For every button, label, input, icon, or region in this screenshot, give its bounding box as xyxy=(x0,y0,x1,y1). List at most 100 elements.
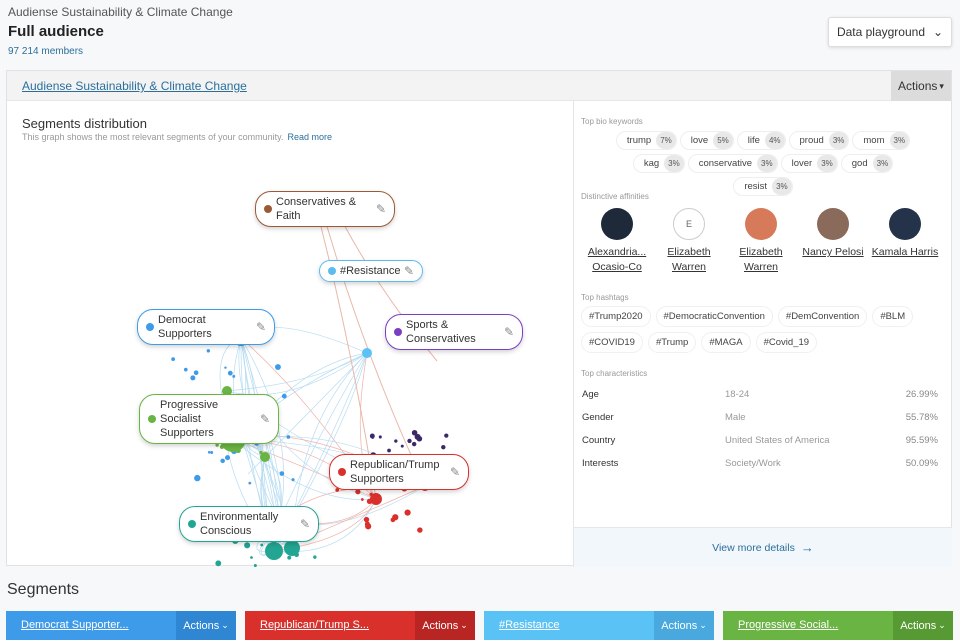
keyword-chip[interactable]: god 3% xyxy=(840,154,894,173)
segment-color-dot xyxy=(338,468,346,476)
affinity-item[interactable]: E Elizabeth Warren xyxy=(654,208,724,275)
segment-color-dot xyxy=(264,205,272,213)
keyword-chip[interactable]: kag 3% xyxy=(632,154,685,173)
affinity-name[interactable]: Elizabeth Warren xyxy=(654,245,724,275)
card-actions-button[interactable]: Actions ▾ xyxy=(891,71,951,101)
affinity-item[interactable]: Elizabeth Warren xyxy=(726,208,796,275)
card-title-link[interactable]: Audiense Sustainability & Climate Change xyxy=(22,79,247,93)
pencil-icon[interactable]: ✎ xyxy=(300,517,310,531)
view-more-details-button[interactable]: View more details → xyxy=(574,527,952,567)
hashtag-chip[interactable]: #DemocraticConvention xyxy=(655,306,773,327)
graph-node xyxy=(444,433,449,438)
affinity-item[interactable]: Kamala Harris xyxy=(870,208,940,260)
arrow-right-icon: → xyxy=(800,540,814,555)
graph-node xyxy=(411,441,417,447)
graph-node xyxy=(407,438,412,444)
hashtag-chip[interactable]: #Trump xyxy=(647,332,697,353)
pencil-icon[interactable]: ✎ xyxy=(376,202,386,216)
keyword-chip[interactable]: trump 7% xyxy=(615,131,677,150)
affinity-name[interactable]: Kamala Harris xyxy=(870,245,940,260)
graph-node xyxy=(362,348,372,358)
avatar xyxy=(817,208,849,240)
graph-node xyxy=(265,542,283,560)
hashtag-chip[interactable]: #BLM xyxy=(872,306,914,327)
segment-color-dot xyxy=(188,520,196,528)
hashtag-chip[interactable]: #Covid_19 xyxy=(755,332,818,353)
segment-actions-button[interactable]: Actions ⌄ xyxy=(415,611,475,640)
graph-node xyxy=(193,370,199,376)
avatar-initial: E xyxy=(685,219,692,229)
affinity-name[interactable]: Alexandria... Ocasio-Co xyxy=(582,245,652,275)
graph-node xyxy=(284,540,300,556)
chevron-down-icon: ⌄ xyxy=(699,620,707,630)
segment-name-link[interactable]: #Resistance xyxy=(484,611,654,640)
segment-label[interactable]: Democrat Supporters ✎ xyxy=(137,309,275,345)
segment-label[interactable]: Conservatives & Faith ✎ xyxy=(255,191,395,227)
keyword-chip[interactable]: resist 3% xyxy=(733,177,793,196)
affinity-name[interactable]: Elizabeth Warren xyxy=(726,245,796,275)
keyword-chip[interactable]: lover 3% xyxy=(780,154,838,173)
segment-actions-button[interactable]: Actions ⌄ xyxy=(893,611,953,640)
actions-label: Actions xyxy=(422,619,459,632)
graph-node xyxy=(183,367,188,372)
segment-label[interactable]: Progressive Socialist Supporters ✎ xyxy=(139,394,279,444)
keyword-text: mom xyxy=(863,135,885,146)
keyword-chip[interactable]: proud 3% xyxy=(788,131,850,150)
pencil-icon[interactable]: ✎ xyxy=(504,325,514,339)
actions-label: Actions xyxy=(898,79,938,93)
segment-details-panel: Top bio keywords trump 7% love 5% life 4% prou… xyxy=(573,101,952,567)
segment-name-link[interactable]: Democrat Supporter... xyxy=(6,611,176,640)
subtitle-text: This graph shows the most relevant segme… xyxy=(22,132,284,142)
keyword-text: conservative xyxy=(698,158,753,169)
keyword-chip[interactable]: conservative 3% xyxy=(687,154,778,173)
chevron-down-icon: ▾ xyxy=(939,80,944,91)
hashtag-chip[interactable]: #COVID19 xyxy=(581,332,643,353)
graph-node xyxy=(253,563,257,567)
graph-node xyxy=(227,370,233,376)
hashtag-chip[interactable]: #Trump2020 xyxy=(581,306,651,327)
keyword-percent: 3% xyxy=(828,132,849,149)
hashtag-chip[interactable]: #MAGA xyxy=(701,332,751,353)
keyword-chip[interactable]: life 4% xyxy=(736,131,786,150)
segment-label[interactable]: Republican/Trump Supporters ✎ xyxy=(329,454,469,490)
avatar: E xyxy=(673,208,705,240)
segment-label-text: #Resistance xyxy=(340,265,401,277)
graph-node xyxy=(281,393,287,399)
characteristic-percent: 95.59% xyxy=(905,435,938,446)
graph-node xyxy=(210,451,214,454)
graph-node xyxy=(404,509,411,516)
affinity-item[interactable]: Alexandria... Ocasio-Co xyxy=(582,208,652,275)
segment-name-link[interactable]: Republican/Trump S... xyxy=(245,611,415,640)
characteristic-percent: 50.09% xyxy=(905,458,938,469)
data-playground-dropdown[interactable]: Data playground ⌄ xyxy=(828,17,952,47)
segment-label[interactable]: #Resistance ✎ xyxy=(319,260,423,282)
segment-name-link[interactable]: Progressive Social... xyxy=(723,611,893,640)
affinity-item[interactable]: Nancy Pelosi xyxy=(798,208,868,260)
hashtags-title: Top hashtags xyxy=(581,293,629,302)
hashtags-list: #Trump2020 #DemocraticConvention #DemConve… xyxy=(581,306,941,353)
keyword-chip[interactable]: mom 3% xyxy=(852,131,911,150)
view-more-label: View more details xyxy=(712,541,795,554)
characteristic-key: Age xyxy=(582,389,599,400)
segment-label[interactable]: Environmentally Conscious ✎ xyxy=(179,506,319,542)
pencil-icon[interactable]: ✎ xyxy=(260,412,270,426)
segment-actions-button[interactable]: Actions ⌄ xyxy=(176,611,236,640)
characteristic-percent: 26.99% xyxy=(905,389,938,400)
page-title: Full audience xyxy=(8,23,104,40)
keyword-percent: 3% xyxy=(817,155,837,172)
segment-label-text: Conservatives & Faith xyxy=(276,196,357,222)
pencil-icon[interactable]: ✎ xyxy=(256,320,266,334)
keyword-chip[interactable]: love 5% xyxy=(679,131,734,150)
hashtag-chip[interactable]: #DemConvention xyxy=(777,306,868,327)
segment-actions-button[interactable]: Actions ⌄ xyxy=(654,611,714,640)
read-more-link[interactable]: Read more xyxy=(287,132,332,142)
affinity-name[interactable]: Nancy Pelosi xyxy=(798,245,868,260)
graph-node xyxy=(275,364,281,370)
graph-node xyxy=(400,444,404,448)
segment-label[interactable]: Sports & Conservatives ✎ xyxy=(385,314,523,350)
pencil-icon[interactable]: ✎ xyxy=(450,465,460,479)
segments-title: Segments xyxy=(7,581,80,598)
keyword-percent: 3% xyxy=(664,155,684,172)
pencil-icon[interactable]: ✎ xyxy=(404,264,414,278)
actions-label: Actions xyxy=(900,619,937,632)
